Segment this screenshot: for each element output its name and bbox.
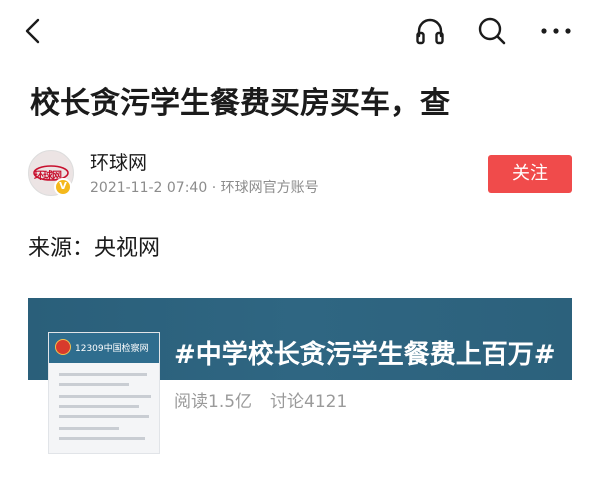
more-icon [541, 28, 571, 34]
search-button[interactable] [476, 14, 508, 48]
thumbnail-text-line [59, 427, 119, 430]
headphone-icon [416, 18, 444, 45]
thumbnail-text-line [59, 405, 139, 408]
back-button[interactable] [18, 14, 48, 48]
topic-stats: 阅读1.5亿 讨论4121 [174, 390, 365, 414]
back-icon [25, 18, 40, 44]
source-line: 来源：央视网 [28, 236, 161, 261]
topic-reads: 阅读1.5亿 [174, 392, 253, 412]
author-meta: 2021-11-2 07:40 · 环球网官方账号 [90, 180, 319, 196]
more-button[interactable] [536, 14, 576, 48]
thumbnail-text-line [59, 373, 147, 376]
thumbnail-header-text: 12309中国检察网 [75, 344, 149, 354]
topic-comments: 讨论4121 [270, 392, 348, 412]
thumbnail-text-line [59, 415, 149, 418]
follow-button[interactable]: 关注 [488, 155, 572, 193]
listen-button[interactable] [414, 14, 446, 48]
thumbnail-header: 12309中国检察网 [49, 333, 159, 363]
thumbnail-text-line [59, 383, 129, 386]
thumbnail-text-line [59, 395, 151, 398]
article-title: 校长贪污学生餐费买房买车，查 [30, 86, 450, 121]
verified-badge-icon: V [54, 178, 72, 196]
author-name[interactable]: 环球网 [90, 151, 147, 175]
emblem-icon [55, 339, 71, 355]
author-row: 环球网 V 环球网 2021-11-2 07:40 · 环球网官方账号 关注 [0, 148, 600, 204]
topic-card[interactable]: 12309中国检察网 #中学校长贪污学生餐费上百万# 阅读1.5亿 讨论4121 [28, 298, 572, 479]
top-navigation-bar [0, 0, 600, 64]
topic-thumbnail: 12309中国检察网 [48, 332, 160, 454]
thumbnail-text-line [59, 437, 145, 440]
topic-title[interactable]: #中学校长贪污学生餐费上百万# [174, 338, 556, 372]
search-icon [478, 17, 506, 45]
